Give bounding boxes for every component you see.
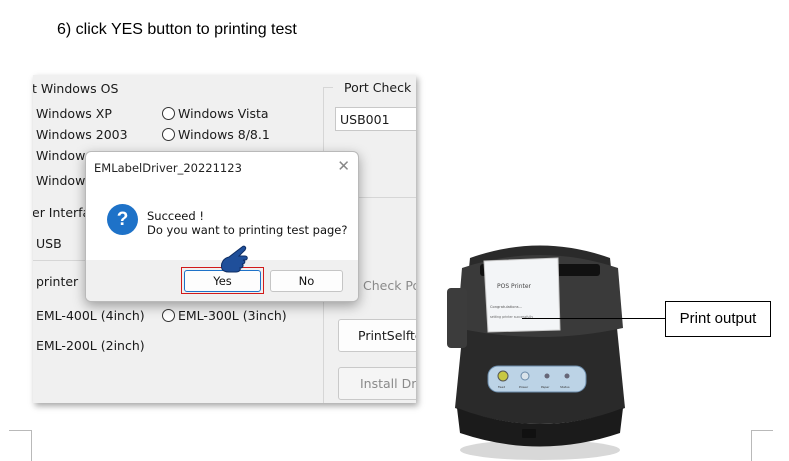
interface-value: USB — [36, 236, 62, 251]
pointing-hand-icon — [221, 245, 248, 273]
radio-vista[interactable] — [162, 107, 175, 120]
printer-option-400l[interactable]: EML-400L (4inch) — [36, 308, 145, 323]
os-option-vista[interactable]: Windows Vista — [178, 106, 269, 121]
confirm-dialog: EMLabelDriver_20221123 ✕ ? Succeed ! Do … — [85, 151, 359, 302]
dialog-message-line2: Do you want to printing test page? — [147, 223, 348, 237]
os-option-windows-a[interactable]: Windows — [36, 148, 92, 163]
dialog-message-line1: Succeed ! — [147, 209, 204, 223]
close-icon[interactable]: ✕ — [337, 157, 350, 175]
page-corner-mark-left — [9, 430, 31, 431]
print-selftest-label: PrintSelfte — [358, 328, 416, 343]
page-corner-mark-right-v — [751, 430, 752, 461]
check-port-button[interactable]: Check Por — [363, 278, 416, 293]
receipt-title: POS Printer — [497, 283, 532, 290]
port-value: USB001 — [340, 112, 390, 127]
status-led — [564, 373, 570, 379]
instruction-text: 6) click YES button to printing test — [57, 21, 297, 38]
callout-leader-line — [522, 318, 665, 319]
page-corner-mark-right — [751, 430, 773, 431]
printer-photo: POS Printer Congratulations... setting p… — [447, 245, 625, 460]
led-label-power: Power — [519, 385, 529, 389]
no-button[interactable]: No — [270, 270, 343, 292]
os-option-xp[interactable]: Windows XP — [36, 106, 112, 121]
paper-led — [544, 373, 550, 379]
power-led — [520, 371, 530, 381]
install-driver-label: Install Driv — [360, 376, 416, 391]
printer-option-200l[interactable]: EML-200L (2inch) — [36, 338, 145, 353]
print-output-callout: Print output — [665, 301, 771, 337]
receipt-line1: Congratulations... — [490, 305, 522, 309]
led-label-status: Status — [560, 385, 570, 389]
printer-group-label: printer — [36, 274, 79, 289]
port-check-label: Port Check — [344, 80, 412, 95]
page-corner-mark-left-v — [31, 430, 32, 461]
printer-option-300l[interactable]: EML-300L (3inch) — [178, 308, 287, 323]
os-option-win8[interactable]: Windows 8/8.1 — [178, 127, 270, 142]
led-label-feed: Feed — [498, 385, 505, 389]
os-option-windows-b[interactable]: Windows — [36, 173, 92, 188]
led-label-paper: Paper — [541, 385, 550, 389]
radio-win8[interactable] — [162, 128, 175, 141]
dialog-title: EMLabelDriver_20221123 — [94, 161, 242, 175]
os-group-label: t Windows OS — [33, 81, 119, 96]
os-option-2003[interactable]: Windows 2003 — [36, 127, 128, 142]
question-icon: ? — [107, 204, 138, 235]
radio-300l[interactable] — [162, 309, 175, 322]
feed-button[interactable] — [497, 370, 509, 382]
